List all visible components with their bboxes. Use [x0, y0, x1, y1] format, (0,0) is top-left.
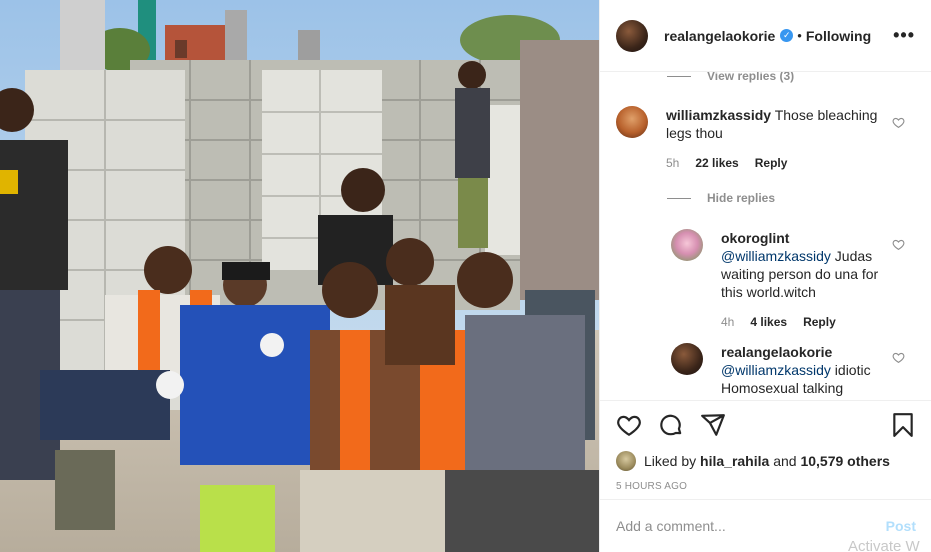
replier-username[interactable]: realangelaokorie [721, 344, 832, 360]
reply-likes[interactable]: 4 likes [750, 313, 787, 331]
share-icon[interactable] [700, 412, 726, 438]
post-actions: Liked by hila_rahila and 10,579 others 5… [600, 400, 931, 500]
post-comment-button[interactable]: Post [886, 518, 916, 534]
reply-reply-button[interactable]: Reply [803, 313, 836, 331]
comment-icon[interactable] [658, 412, 684, 438]
following-button[interactable]: Following [806, 28, 871, 44]
post-timestamp[interactable]: 5 HOURS AGO [616, 481, 916, 492]
reply-time[interactable]: 4h [721, 313, 734, 331]
comment-like-heart-icon[interactable] [892, 116, 905, 129]
post-photo[interactable] [0, 0, 599, 552]
comment-likes[interactable]: 22 likes [695, 154, 738, 172]
replier-avatar[interactable] [671, 229, 703, 261]
heart-icon[interactable] [616, 412, 642, 438]
reply-line-divider [667, 75, 691, 77]
post-image-illustration [0, 0, 599, 552]
post-side-panel: realangelaokorie ✓ • Following ••• View … [599, 0, 931, 552]
reply-like-heart-icon[interactable] [892, 238, 905, 251]
verified-badge-icon: ✓ [780, 29, 794, 42]
post-header: realangelaokorie ✓ • Following ••• [600, 0, 931, 72]
header-separator: • [797, 28, 802, 43]
view-replies-label: View replies (3) [707, 72, 795, 83]
comment-reply-button[interactable]: Reply [755, 154, 788, 172]
reply-item: realangelaokorie @williamzkassidy idioti… [671, 343, 891, 397]
replier-username[interactable]: okoroglint [721, 230, 789, 246]
liker-avatar[interactable] [616, 451, 636, 471]
view-replies-toggle[interactable]: View replies (3) [667, 72, 794, 83]
reply-item: okoroglint @williamzkassidy Judas waitin… [671, 229, 891, 331]
comment-item: williamzkassidy Those bleaching legs tho… [616, 106, 880, 172]
liked-by-prefix: Liked by [644, 453, 697, 469]
reply-mention-link[interactable]: @williamzkassidy [721, 362, 831, 378]
reply-like-heart-icon[interactable] [892, 351, 905, 364]
add-comment-input[interactable] [616, 518, 886, 534]
comments-list[interactable]: View replies (3) williamzkassidy Those b… [600, 72, 931, 399]
liked-by-summary: Liked by hila_rahila and 10,579 others [616, 451, 916, 471]
hide-replies-toggle[interactable]: Hide replies [667, 191, 775, 205]
comment-time[interactable]: 5h [666, 154, 679, 172]
commenter-avatar[interactable] [616, 106, 648, 138]
hide-replies-label: Hide replies [707, 191, 776, 205]
author-username[interactable]: realangelaokorie [664, 28, 775, 44]
commenter-username[interactable]: williamzkassidy [666, 107, 771, 123]
author-avatar[interactable] [616, 19, 648, 52]
more-options-icon[interactable]: ••• [893, 25, 915, 46]
replier-avatar[interactable] [671, 343, 703, 375]
reply-mention-link[interactable]: @williamzkassidy [721, 248, 831, 264]
reply-line-divider [667, 197, 691, 199]
liked-by-user-link[interactable]: hila_rahila [700, 453, 769, 469]
bookmark-icon[interactable] [890, 412, 916, 438]
activate-windows-watermark: Activate W [848, 538, 920, 552]
liked-by-and: and [773, 453, 797, 469]
liked-by-others-link[interactable]: 10,579 others [800, 453, 890, 469]
